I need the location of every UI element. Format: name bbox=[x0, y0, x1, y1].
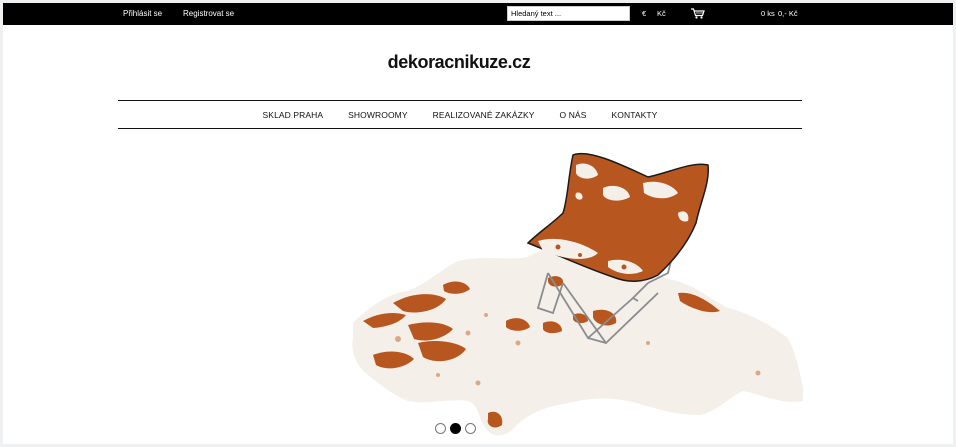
cowhide-rug bbox=[352, 248, 803, 436]
nav-item-realizovane-zakazky[interactable]: REALIZOVANÉ ZAKÁZKY bbox=[420, 110, 547, 120]
nav-item-o-nas[interactable]: O NÁS bbox=[547, 110, 599, 120]
site-logo[interactable]: dekoracnikuze.cz bbox=[3, 52, 915, 73]
top-bar: Přihlásit se Registrovat se € Kč 0 ks 0,… bbox=[3, 3, 953, 25]
page: Přihlásit se Registrovat se € Kč 0 ks 0,… bbox=[3, 3, 953, 444]
cart-price[interactable]: 0,- Kč bbox=[778, 9, 798, 18]
slider-dot-3[interactable] bbox=[465, 423, 476, 434]
cart-quantity[interactable]: 0 ks bbox=[761, 9, 775, 18]
currency-eur-button[interactable]: € bbox=[642, 9, 646, 18]
main-nav: SKLAD PRAHA SHOWROOMY REALIZOVANÉ ZAKÁZK… bbox=[118, 100, 802, 129]
currency-czk-button[interactable]: Kč bbox=[657, 9, 666, 18]
slider-dot-2[interactable] bbox=[450, 423, 461, 434]
nav-item-kontakty[interactable]: KONTAKTY bbox=[599, 110, 670, 120]
nav-item-showroomy[interactable]: SHOWROOMY bbox=[336, 110, 420, 120]
slider-dot-1[interactable] bbox=[435, 423, 446, 434]
cart-icon[interactable] bbox=[691, 8, 705, 19]
search-input[interactable] bbox=[507, 6, 630, 21]
slider-pagination bbox=[435, 423, 476, 434]
hero-banner-image bbox=[352, 152, 803, 436]
register-link[interactable]: Registrovat se bbox=[183, 9, 234, 18]
nav-item-sklad-praha[interactable]: SKLAD PRAHA bbox=[250, 110, 336, 120]
login-link[interactable]: Přihlásit se bbox=[123, 9, 162, 18]
